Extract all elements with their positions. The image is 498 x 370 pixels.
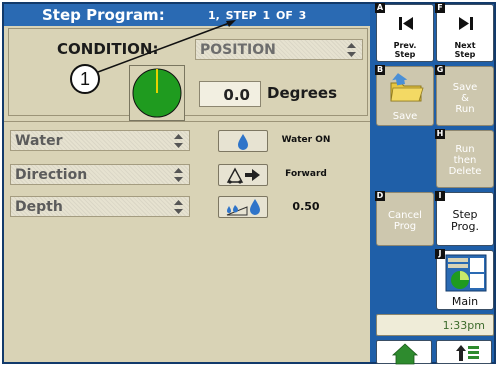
select-arrows-icon <box>174 168 183 182</box>
degrees-value: 0.0 <box>223 86 250 104</box>
softkey-label-h: H <box>435 129 445 139</box>
cancel-prog-label-2: Prog <box>393 221 417 232</box>
save-run-label-3: Run <box>455 104 475 115</box>
depth-select[interactable]: Depth <box>10 196 190 217</box>
run-delete-label-3: Delete <box>448 166 482 177</box>
condition-label: CONDITION: <box>57 40 159 58</box>
callout-number: 1 <box>70 64 100 94</box>
prev-step-button[interactable]: A Prev. Step <box>375 3 434 62</box>
save-run-label-1: Save <box>452 82 478 93</box>
water-toggle-button[interactable] <box>218 130 268 152</box>
run-then-delete-button[interactable]: H Run then Delete <box>435 129 494 188</box>
position-gauge <box>129 65 185 121</box>
save-and-run-button[interactable]: G Save & Run <box>435 65 494 126</box>
prev-step-label-2: Step <box>394 50 416 59</box>
skip-forward-icon <box>459 17 473 30</box>
main-label: Main <box>451 295 479 308</box>
direction-arrow-icon <box>226 167 260 184</box>
softkey-label-i: I <box>435 191 445 201</box>
depth-label: Depth <box>15 199 63 215</box>
select-arrows-icon <box>174 134 183 148</box>
prev-step-label-1: Prev. <box>393 41 417 50</box>
action-row-water: Water Water ON <box>4 130 370 152</box>
next-step-label-1: Next <box>454 41 476 50</box>
depth-ramp-icon <box>226 199 260 216</box>
run-delete-label-2: then <box>453 155 477 166</box>
step-prog-label-2: Prog. <box>451 220 479 233</box>
save-run-label-2: & <box>461 93 469 104</box>
direction-status: Forward <box>285 169 327 179</box>
next-step-button[interactable]: F Next Step <box>435 3 494 62</box>
step-indicator: 1, STEP 1 OF 3 <box>208 9 307 22</box>
water-select[interactable]: Water <box>10 130 190 151</box>
select-arrows-icon <box>174 200 183 214</box>
degrees-label: Degrees <box>267 84 338 102</box>
water-status: Water ON <box>281 135 331 145</box>
skip-back-icon <box>399 17 413 30</box>
step-program-panel: Step Program: 1, STEP 1 OF 3 CONDITION: … <box>4 4 370 362</box>
action-row-depth: Depth 0.50 <box>4 196 370 218</box>
direction-select[interactable]: Direction <box>10 164 190 185</box>
menu-up-button[interactable] <box>436 340 492 364</box>
water-drop-icon <box>238 134 248 150</box>
softkey-panel: A Prev. Step F Next Step B Save G Save &… <box>372 2 496 365</box>
next-step-label-2: Step <box>454 50 476 59</box>
condition-area: CONDITION: POSITION 0.0 Degrees <box>8 28 368 121</box>
cancel-prog-button[interactable]: D Cancel Prog <box>375 191 434 246</box>
action-row-direction: Direction Forward <box>4 164 370 186</box>
save-label: Save <box>392 111 418 122</box>
cancel-prog-label-1: Cancel <box>388 210 422 221</box>
depth-setting-button[interactable] <box>218 196 268 218</box>
softkey-label-g: G <box>435 65 445 75</box>
home-icon <box>391 343 419 365</box>
save-button[interactable]: B Save <box>375 65 434 126</box>
direction-toggle-button[interactable] <box>218 164 268 186</box>
water-label: Water <box>15 133 63 149</box>
main-button[interactable]: J Main <box>435 249 494 310</box>
action-rows: Water Water ON Direction Forward Depth 0… <box>4 121 370 362</box>
home-button[interactable] <box>376 340 432 365</box>
degrees-value-box[interactable]: 0.0 <box>199 81 261 107</box>
up-arrow-menu-icon <box>456 345 479 361</box>
softkey-label-d: D <box>375 191 385 201</box>
gauge-dial-icon <box>132 68 182 118</box>
title-bar: Step Program: 1, STEP 1 OF 3 <box>4 4 370 26</box>
run-delete-label-1: Run <box>455 144 475 155</box>
page-title: Step Program: <box>42 6 165 24</box>
step-prog-button[interactable]: I Step Prog. <box>435 191 494 246</box>
condition-select[interactable]: POSITION <box>195 39 363 60</box>
select-arrows-icon <box>347 43 356 57</box>
depth-value: 0.50 <box>292 200 320 213</box>
save-folder-icon <box>390 73 424 102</box>
main-screen-icon <box>445 254 487 292</box>
condition-select-value: POSITION <box>200 42 276 58</box>
direction-label: Direction <box>15 167 88 183</box>
clock-time: 1:33pm <box>442 319 485 332</box>
clock-display: 1:33pm <box>376 314 494 336</box>
